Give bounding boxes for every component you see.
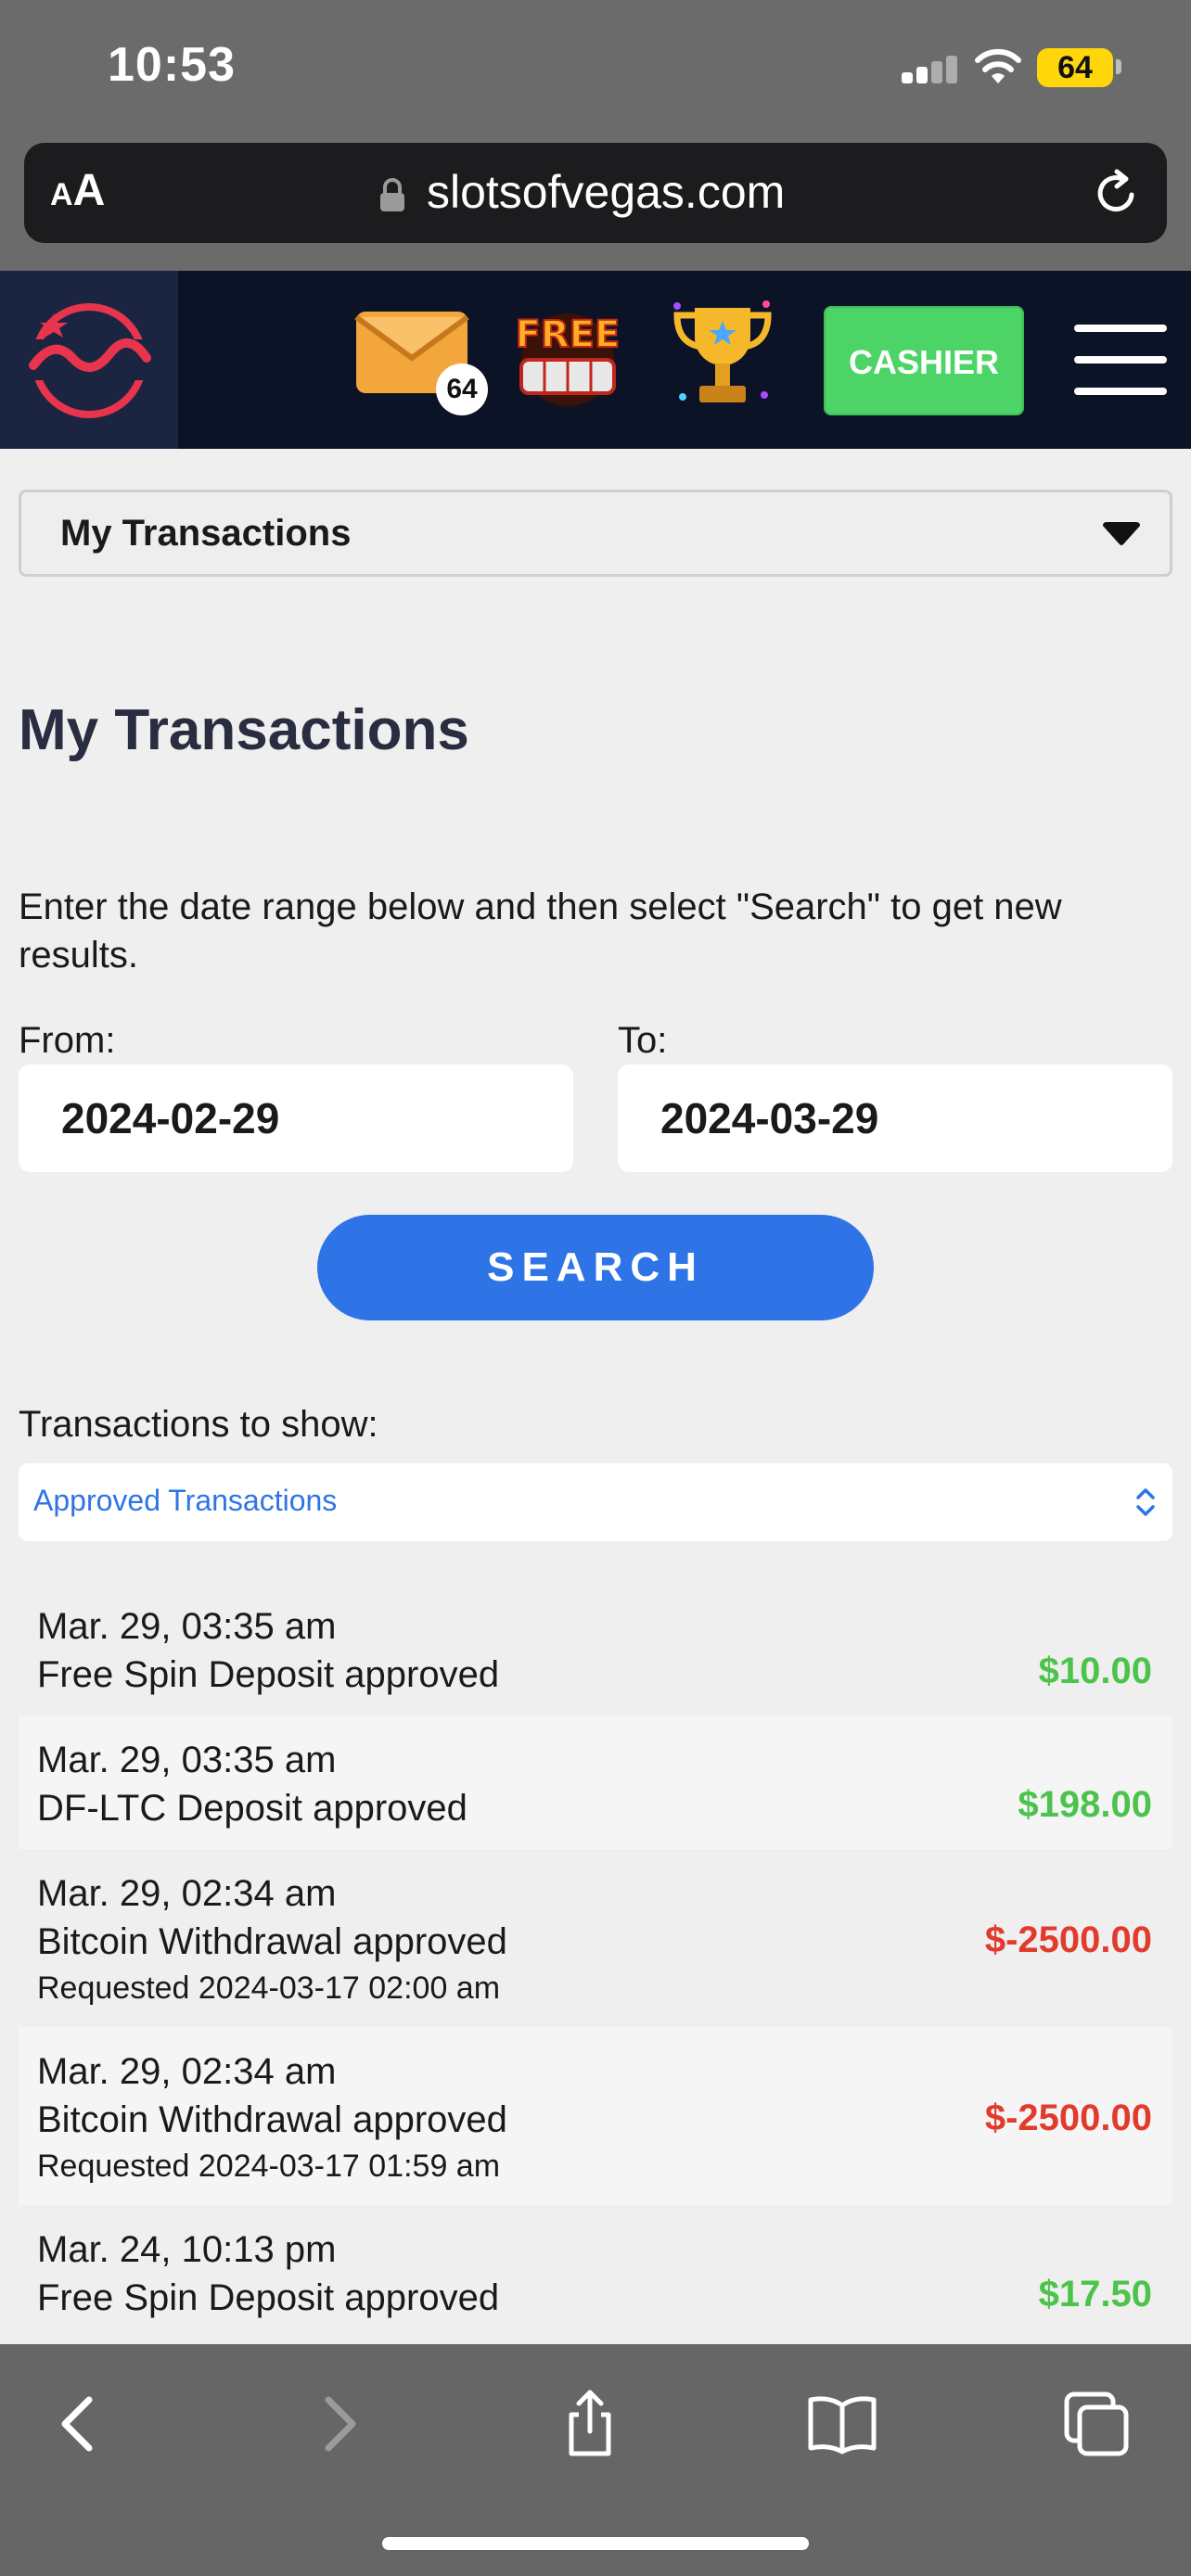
home-indicator — [382, 2537, 809, 2550]
tabs-icon[interactable] — [1059, 2387, 1133, 2461]
section-dropdown[interactable]: My Transactions — [19, 490, 1172, 577]
transaction-amount: $17.50 — [1038, 2274, 1152, 2315]
transaction-filter-select[interactable]: Approved Transactions — [19, 1463, 1172, 1541]
lock-icon — [380, 178, 404, 211]
transaction-description: Free Spin Deposit approved — [37, 1654, 500, 1695]
caret-down-icon — [1103, 522, 1140, 545]
wifi-icon — [975, 48, 1021, 83]
transaction-date: Mar. 29, 02:34 am — [37, 2051, 337, 2092]
transaction-amount: $198.00 — [1018, 1784, 1152, 1825]
search-button[interactable]: SEARCH — [317, 1215, 874, 1320]
transaction-row: Mar. 24, 10:13 pm Free Spin Deposit appr… — [19, 2205, 1172, 2339]
battery-tip — [1116, 59, 1121, 74]
free-spins-icon[interactable]: FREE — [512, 299, 623, 410]
to-date-input[interactable]: 2024-03-29 — [618, 1065, 1172, 1172]
transaction-description: DF-LTC Deposit approved — [37, 1788, 467, 1829]
transaction-filter-value: Approved Transactions — [33, 1484, 338, 1517]
svg-text:FREE: FREE — [516, 313, 621, 356]
bookmarks-icon[interactable] — [805, 2387, 879, 2461]
share-icon[interactable] — [553, 2387, 627, 2461]
forward-icon[interactable] — [301, 2387, 375, 2461]
reload-icon[interactable] — [1091, 167, 1143, 219]
transaction-description: Free Spin Deposit approved — [37, 2277, 500, 2318]
site-header: 64 FREE CASHIER — [0, 271, 1191, 449]
reader-text-size-button[interactable]: AA — [50, 165, 105, 216]
section-dropdown-label: My Transactions — [60, 513, 352, 554]
chevron-updown-icon — [1136, 1488, 1155, 1516]
battery-indicator: 64 — [1037, 48, 1113, 87]
menu-hamburger-icon[interactable] — [1074, 325, 1167, 395]
transaction-row: Mar. 29, 02:34 am Bitcoin Withdrawal app… — [19, 1849, 1172, 2027]
transaction-requested-date: Requested 2024-03-17 02:00 am — [37, 1970, 501, 2006]
site-logo[interactable] — [0, 271, 178, 449]
slots-of-vegas-logo-icon — [22, 303, 156, 418]
back-icon[interactable] — [43, 2387, 117, 2461]
transaction-amount: $-2500.00 — [984, 1919, 1152, 1960]
transaction-date: Mar. 29, 02:34 am — [37, 1873, 337, 1914]
to-label: To: — [618, 1020, 668, 1061]
cellular-signal-icon — [902, 56, 959, 83]
url-text[interactable]: slotsofvegas.com — [427, 165, 785, 219]
status-time: 10:53 — [108, 38, 236, 92]
from-date-input[interactable]: 2024-02-29 — [19, 1065, 573, 1172]
transaction-date: Mar. 29, 03:35 am — [37, 1740, 337, 1780]
instructions-text: Enter the date range below and then sele… — [19, 886, 1062, 976]
trophy-icon[interactable] — [664, 295, 781, 415]
browser-chrome-top: 10:53 64 AA slotsofvegas.com — [0, 0, 1191, 271]
transaction-amount: $-2500.00 — [984, 2098, 1152, 2138]
transaction-requested-date: Requested 2024-03-17 01:59 am — [37, 2149, 501, 2184]
cashier-button[interactable]: CASHIER — [824, 306, 1024, 415]
transaction-row: Mar. 29, 02:34 am Bitcoin Withdrawal app… — [19, 2027, 1172, 2205]
transaction-row: Mar. 29, 03:35 am DF-LTC Deposit approve… — [19, 1715, 1172, 1849]
mail-count-badge: 64 — [436, 363, 488, 415]
from-label: From: — [19, 1020, 116, 1061]
transactions-to-show-label: Transactions to show: — [19, 1404, 378, 1445]
url-bar[interactable]: AA slotsofvegas.com — [24, 143, 1167, 243]
page-title: My Transactions — [19, 698, 469, 762]
transactions-list: Mar. 29, 03:35 am Free Spin Deposit appr… — [19, 1582, 1172, 2339]
transaction-date: Mar. 29, 03:35 am — [37, 1606, 337, 1647]
transaction-amount: $10.00 — [1038, 1651, 1152, 1691]
transaction-row: Mar. 29, 03:35 am Free Spin Deposit appr… — [19, 1582, 1172, 1715]
transaction-date: Mar. 24, 10:13 pm — [37, 2229, 337, 2270]
